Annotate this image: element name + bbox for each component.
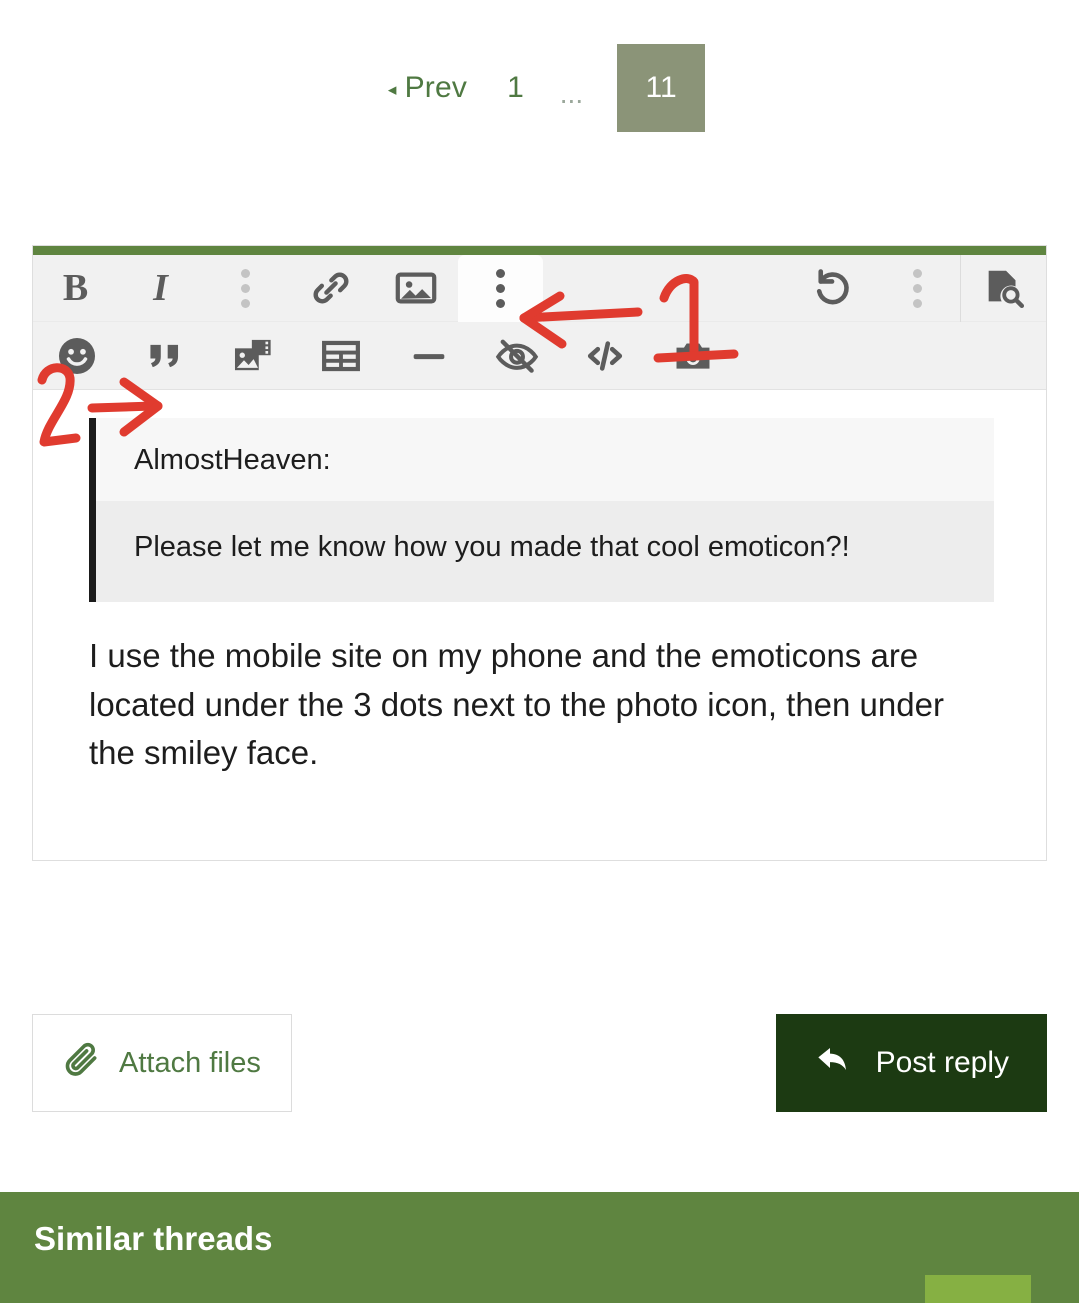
horizontal-rule-button[interactable] [385, 322, 473, 389]
prev-page-link[interactable]: ◂ Prev [374, 71, 481, 105]
quote-author: AlmostHeaven: [96, 418, 994, 501]
editor-actions: Attach files Post reply [32, 1014, 1047, 1112]
code-icon [581, 332, 629, 380]
link-icon [309, 266, 353, 310]
editor-toolbar: B I [33, 254, 1046, 390]
similar-threads-tab-highlight[interactable] [925, 1275, 1031, 1303]
preview-button[interactable] [961, 255, 1046, 322]
italic-icon: I [153, 267, 168, 309]
more-history-options-button[interactable] [875, 255, 960, 322]
table-icon [318, 333, 364, 379]
pagination: ◂ Prev 1 ... 11 [0, 44, 1079, 132]
horizontal-rule-icon [406, 333, 452, 379]
camera-button[interactable] [649, 322, 737, 389]
image-icon [393, 265, 439, 311]
message-input-area[interactable]: AlmostHeaven: Please let me know how you… [33, 390, 1046, 860]
smiley-icon [54, 333, 100, 379]
similar-threads-section: Similar threads [0, 1192, 1079, 1303]
more-options-button[interactable] [458, 254, 543, 322]
forum-reply-screen: ◂ Prev 1 ... 11 B I AlmostHeaven: Please… [0, 0, 1079, 1303]
reply-body-text[interactable]: I use the mobile site on my phone and th… [89, 632, 990, 828]
media-gallery-icon [230, 333, 276, 379]
bold-button[interactable]: B [33, 255, 118, 322]
toolbar-row-2 [33, 322, 1046, 389]
quote-button[interactable] [121, 322, 209, 389]
vertical-dots-icon [913, 268, 922, 308]
eye-slash-icon [494, 333, 540, 379]
smilies-button[interactable] [33, 322, 121, 389]
post-reply-button[interactable]: Post reply [775, 1014, 1047, 1112]
prev-page-label: Prev [404, 71, 468, 104]
more-text-options-button[interactable] [203, 255, 288, 322]
insert-image-button[interactable] [373, 255, 458, 322]
page-ellipsis: ... [559, 78, 584, 109]
reply-arrow-icon [814, 1039, 854, 1087]
undo-button[interactable] [790, 255, 875, 322]
paperclip-icon [63, 1040, 101, 1086]
post-reply-label: Post reply [875, 1046, 1009, 1079]
quote-text: Please let me know how you made that coo… [96, 501, 994, 603]
undo-icon [810, 265, 856, 311]
quote-block: AlmostHeaven: Please let me know how you… [89, 418, 994, 603]
insert-table-button[interactable] [297, 322, 385, 389]
page-link-1[interactable]: 1 [481, 71, 550, 105]
page-current-11[interactable]: 11 [617, 44, 706, 132]
vertical-dots-icon [496, 268, 505, 308]
message-editor: B I AlmostHeaven: Please let me know how… [32, 245, 1047, 861]
similar-threads-title: Similar threads [34, 1220, 273, 1257]
vertical-dots-icon [241, 268, 250, 308]
attach-files-button[interactable]: Attach files [32, 1014, 292, 1112]
italic-button[interactable]: I [118, 255, 203, 322]
insert-gallery-button[interactable] [209, 322, 297, 389]
insert-link-button[interactable] [288, 255, 373, 322]
camera-icon [670, 333, 716, 379]
spoiler-button[interactable] [473, 322, 561, 389]
document-search-icon [981, 265, 1027, 311]
attach-files-label: Attach files [119, 1046, 261, 1079]
chevron-left-icon: ◂ [387, 79, 397, 99]
code-button[interactable] [561, 322, 649, 389]
quote-icon [142, 333, 188, 379]
toolbar-row-1: B I [33, 254, 1046, 322]
bold-icon: B [62, 267, 89, 309]
